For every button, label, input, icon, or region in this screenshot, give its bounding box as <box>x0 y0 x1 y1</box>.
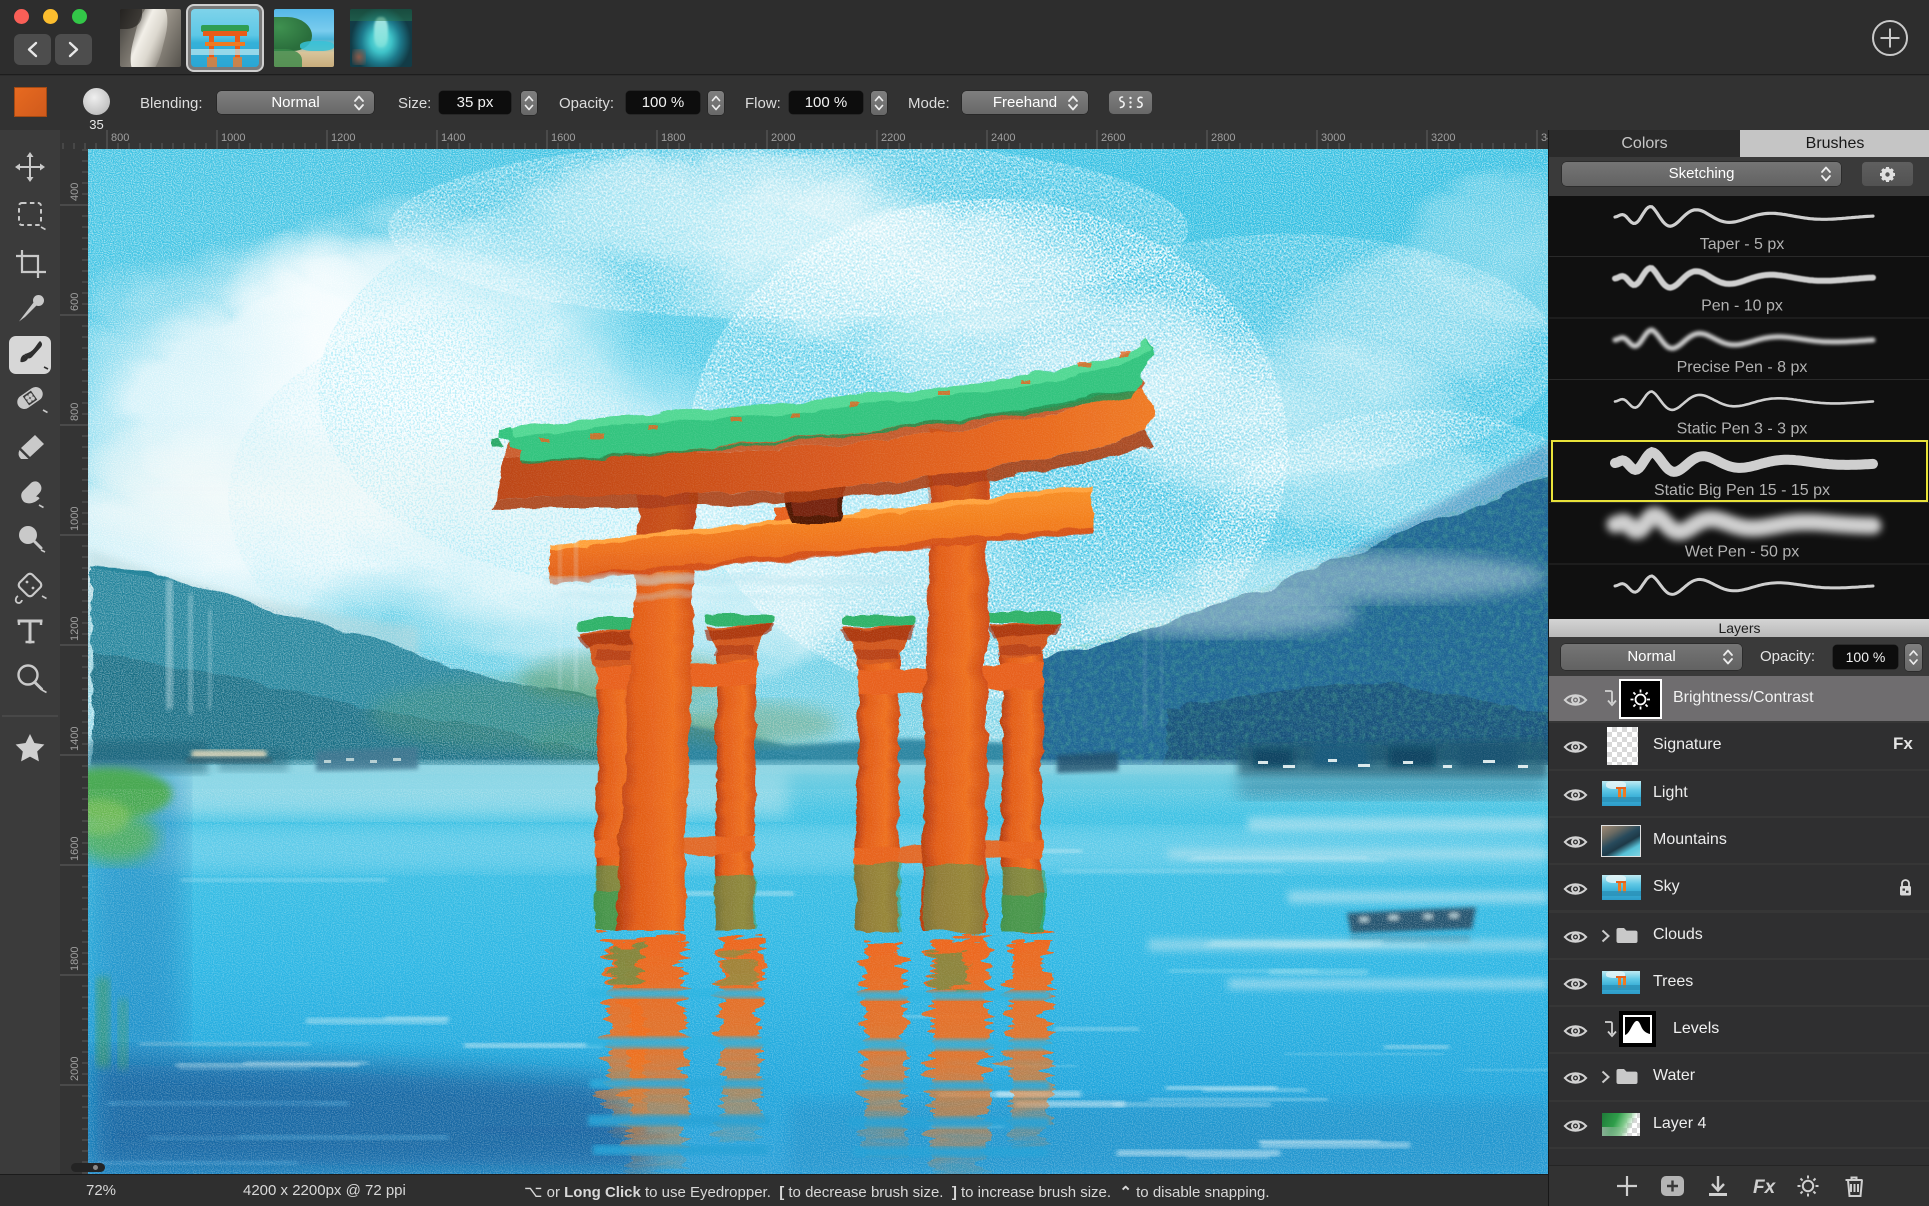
svg-text:1000: 1000 <box>69 507 81 531</box>
svg-text:2800: 2800 <box>1211 132 1235 144</box>
svg-text:800: 800 <box>69 403 81 421</box>
svg-text:600: 600 <box>69 293 81 311</box>
svg-text:Precise Pen - 8 px: Precise Pen - 8 px <box>1677 359 1808 376</box>
svg-text:2600: 2600 <box>1101 132 1125 144</box>
svg-text:3000: 3000 <box>1321 132 1345 144</box>
svg-text:1600: 1600 <box>551 132 575 144</box>
svg-text:1400: 1400 <box>69 727 81 751</box>
svg-text:Fx: Fx <box>1753 1177 1777 1198</box>
svg-text:1200: 1200 <box>69 617 81 641</box>
svg-text:3400: 3400 <box>1541 132 1548 144</box>
svg-text:1200: 1200 <box>331 132 355 144</box>
svg-text:2000: 2000 <box>69 1057 81 1081</box>
svg-text:1800: 1800 <box>69 947 81 971</box>
svg-text:2000: 2000 <box>771 132 795 144</box>
svg-text:Taper - 5 px: Taper - 5 px <box>1700 236 1784 253</box>
svg-text:2200: 2200 <box>881 132 905 144</box>
svg-text:1400: 1400 <box>441 132 465 144</box>
svg-text:1800: 1800 <box>661 132 685 144</box>
svg-text:1000: 1000 <box>221 132 245 144</box>
svg-text:Pen - 10 px: Pen - 10 px <box>1701 298 1783 315</box>
svg-text:3200: 3200 <box>1431 132 1455 144</box>
svg-text:Wet Pen - 50 px: Wet Pen - 50 px <box>1685 544 1799 561</box>
svg-text:400: 400 <box>69 183 81 201</box>
svg-text:2400: 2400 <box>991 132 1015 144</box>
svg-text:Static Big Pen 15 - 15 px: Static Big Pen 15 - 15 px <box>1654 482 1830 499</box>
svg-text:Static Pen 3 - 3 px: Static Pen 3 - 3 px <box>1677 421 1808 438</box>
svg-text:1600: 1600 <box>69 837 81 861</box>
svg-text:800: 800 <box>111 132 129 144</box>
